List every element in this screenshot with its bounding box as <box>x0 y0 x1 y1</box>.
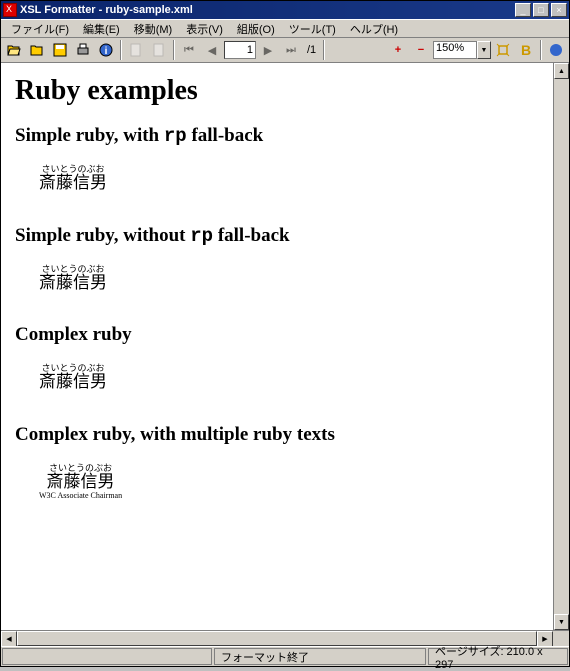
minus-icon: − <box>418 44 424 56</box>
zoom-out-button[interactable]: − <box>410 39 432 61</box>
toolbar: i ⏮ ◀ ▶ ⏭ /1 + − 150% ▼ B <box>1 37 569 63</box>
last-icon: ⏭ <box>286 44 296 57</box>
toolbar-separator <box>323 40 325 60</box>
ruby-base: 斎藤信男 <box>39 174 107 193</box>
minimize-button[interactable]: _ <box>515 3 531 17</box>
status-bar: フォーマット終了 ページサイズ: 210.0 x 297 <box>1 646 569 666</box>
heading-simple-rp: Simple ruby, with rp fall-back <box>15 125 539 147</box>
info-button[interactable]: i <box>95 39 117 61</box>
prev-icon: ◀ <box>208 44 216 57</box>
toolbar-separator <box>173 40 175 60</box>
heading-simple-norp: Simple ruby, without rp fall-back <box>15 225 539 247</box>
first-icon: ⏮ <box>184 44 194 57</box>
print-button[interactable] <box>72 39 94 61</box>
menu-help[interactable]: ヘルプ(H) <box>344 20 404 38</box>
ruby-base: 斎藤信男 <box>39 373 107 392</box>
document-page: Ruby examples Simple ruby, with rp fall-… <box>1 63 553 630</box>
scroll-left-button[interactable]: ◀ <box>1 631 17 647</box>
menu-bar: ファイル(F) 編集(E) 移動(M) 表示(V) 組版(O) ツール(T) ヘ… <box>1 19 569 37</box>
ruby-example-2: さいとうのぶお 斎藤信男 <box>39 265 107 293</box>
doc1-button[interactable] <box>125 39 147 61</box>
menu-tool[interactable]: ツール(T) <box>283 20 342 38</box>
ruby-example-3: さいとうのぶお 斎藤信男 <box>39 364 107 392</box>
last-page-button[interactable]: ⏭ <box>280 39 302 61</box>
zoom-in-button[interactable]: + <box>387 39 409 61</box>
page-total-label: /1 <box>303 44 320 56</box>
open2-button[interactable] <box>26 39 48 61</box>
toolbar-separator <box>540 40 542 60</box>
maximize-button[interactable]: □ <box>533 3 549 17</box>
next-page-button[interactable]: ▶ <box>257 39 279 61</box>
status-right: ページサイズ: 210.0 x 297 <box>428 648 568 665</box>
ruby-base: 斎藤信男 <box>39 473 122 492</box>
close-button[interactable]: × <box>551 3 567 17</box>
save-button[interactable] <box>49 39 71 61</box>
bold-button[interactable]: B <box>515 39 537 61</box>
ruby-example-1: さいとうのぶお 斎藤信男 <box>39 165 107 193</box>
first-page-button[interactable]: ⏮ <box>178 39 200 61</box>
scroll-down-button[interactable]: ▼ <box>554 614 569 630</box>
doc2-button[interactable] <box>148 39 170 61</box>
page-title: Ruby examples <box>15 75 539 107</box>
next-icon: ▶ <box>264 44 272 57</box>
menu-format[interactable]: 組版(O) <box>231 20 281 38</box>
scroll-thumb[interactable] <box>554 79 569 614</box>
menu-file[interactable]: ファイル(F) <box>5 20 75 38</box>
heading-complex-multi: Complex ruby, with multiple ruby texts <box>15 424 539 446</box>
prev-page-button[interactable]: ◀ <box>201 39 223 61</box>
toolbar-separator <box>120 40 122 60</box>
ruby-text-bottom: W3C Associate Chairman <box>39 492 122 500</box>
ruby-example-4: さいとうのぶお 斎藤信男 W3C Associate Chairman <box>39 464 122 500</box>
title-bar: XSL Formatter - ruby-sample.xml _ □ × <box>1 1 569 19</box>
fit-button[interactable] <box>492 39 514 61</box>
zoom-dropdown-button[interactable]: ▼ <box>477 41 491 59</box>
menu-view[interactable]: 表示(V) <box>180 20 229 38</box>
status-center: フォーマット終了 <box>214 648 426 665</box>
globe-button[interactable] <box>545 39 567 61</box>
zoom-select[interactable]: 150% <box>433 41 477 59</box>
app-icon <box>3 3 17 17</box>
menu-move[interactable]: 移動(M) <box>128 20 179 38</box>
vertical-scrollbar[interactable]: ▲ ▼ <box>553 63 569 630</box>
status-left <box>2 648 212 665</box>
scroll-up-button[interactable]: ▲ <box>554 63 569 79</box>
menu-edit[interactable]: 編集(E) <box>77 20 126 38</box>
bold-icon: B <box>521 42 531 58</box>
ruby-base: 斎藤信男 <box>39 274 107 293</box>
window-title: XSL Formatter - ruby-sample.xml <box>20 4 515 16</box>
svg-text:i: i <box>105 46 108 57</box>
open-button[interactable] <box>3 39 25 61</box>
page-number-input[interactable] <box>224 41 256 59</box>
content-area: Ruby examples Simple ruby, with rp fall-… <box>1 63 569 630</box>
heading-complex: Complex ruby <box>15 324 539 346</box>
plus-icon: + <box>395 44 401 56</box>
